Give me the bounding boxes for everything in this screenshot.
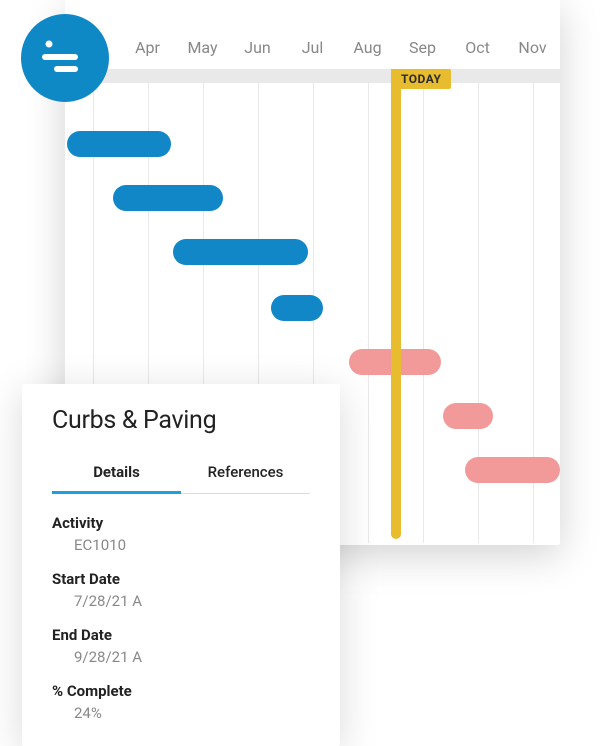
gantt-bar[interactable] [113, 185, 223, 211]
gantt-bar[interactable] [465, 457, 560, 483]
field-value: EC1010 [52, 536, 310, 554]
field-value: 7/28/21 A [52, 592, 310, 610]
field-percent-complete: % Complete 24% [52, 682, 310, 722]
tab-details[interactable]: Details [52, 463, 181, 493]
month-label: Jul [285, 38, 340, 57]
month-label: Aug [340, 38, 395, 57]
today-marker [391, 69, 401, 539]
field-value: 24% [52, 704, 310, 722]
gantt-bar[interactable] [67, 131, 171, 157]
activity-detail-card: Curbs & Paving Details References Activi… [22, 384, 340, 746]
field-label: End Date [52, 626, 310, 644]
tabs: Details References [52, 463, 310, 494]
field-label: % Complete [52, 682, 310, 700]
field-activity: Activity EC1010 [52, 514, 310, 554]
month-label: Apr [120, 38, 175, 57]
month-label: Sep [395, 38, 450, 57]
field-end-date: End Date 9/28/21 A [52, 626, 310, 666]
month-label: Oct [450, 38, 505, 57]
gantt-bar[interactable] [271, 295, 323, 321]
tab-references[interactable]: References [181, 463, 310, 493]
field-start-date: Start Date 7/28/21 A [52, 570, 310, 610]
month-label: Jun [230, 38, 285, 57]
month-label: May [175, 38, 230, 57]
gantt-bar[interactable] [173, 239, 308, 265]
field-label: Activity [52, 514, 310, 532]
app-logo-icon [21, 14, 109, 102]
gantt-bar[interactable] [443, 403, 493, 429]
today-label: TODAY [391, 69, 451, 89]
month-label: Nov [505, 38, 560, 57]
field-label: Start Date [52, 570, 310, 588]
field-value: 9/28/21 A [52, 648, 310, 666]
months-header: Mar Apr May Jun Jul Aug Sep Oct Nov [65, 0, 560, 69]
card-title: Curbs & Paving [52, 406, 310, 435]
